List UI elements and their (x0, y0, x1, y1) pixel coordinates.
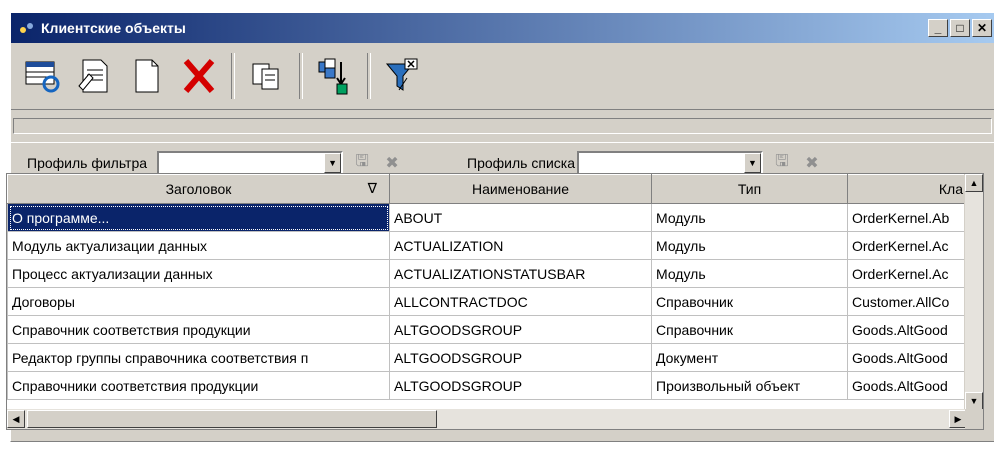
scroll-thumb[interactable] (27, 410, 437, 428)
column-header-name[interactable]: Наименование (389, 174, 652, 204)
dropdown-button[interactable]: ▼ (324, 153, 342, 173)
table-row[interactable]: Справочники соответствия продукции ALTGOO… (7, 371, 968, 400)
table-cell[interactable]: ACTUALIZATIONSTATUSBAR (389, 259, 652, 288)
table-cell[interactable]: OrderKernel.Ac (847, 259, 968, 288)
refresh-button[interactable] (17, 50, 69, 102)
save-icon[interactable]: 🖫 (771, 152, 793, 174)
table-row[interactable]: Процесс актуализации данных ACTUALIZATION… (7, 259, 968, 288)
table-cell[interactable]: О программе... (7, 203, 390, 232)
chevron-down-icon: ▼ (748, 158, 757, 168)
scroll-down-button[interactable]: ▼ (965, 392, 983, 410)
table-row[interactable]: О программе... ABOUT Модуль OrderKernel.Ab (7, 203, 968, 232)
status-strip (13, 118, 992, 134)
edit-document-icon (78, 59, 108, 93)
column-header-title[interactable]: Заголовок ∇ (7, 174, 390, 204)
table-cell[interactable]: ALTGOODSGROUP (389, 371, 652, 400)
close-icon: ✕ (976, 21, 988, 35)
copy-button[interactable] (241, 50, 293, 102)
table-cell[interactable]: Справочник (651, 287, 848, 316)
delete-icon[interactable]: ✖ (381, 152, 403, 174)
column-header-class[interactable]: Кла (847, 174, 968, 204)
toolbar-separator (367, 53, 371, 99)
dropdown-button[interactable]: ▼ (743, 153, 761, 173)
resize-grip[interactable] (965, 409, 983, 429)
toolbar (11, 43, 994, 110)
export-icon (318, 58, 348, 95)
horizontal-scrollbar[interactable]: ◀ ▶ (7, 409, 967, 429)
scroll-up-button[interactable]: ▲ (965, 174, 983, 192)
objects-table: Заголовок ∇ Наименование Тип Кла О програ… (6, 173, 984, 430)
arrow-left-icon: ◀ (12, 413, 20, 424)
table-cell[interactable]: Модуль (651, 231, 848, 260)
filter-profile-select[interactable]: ▼ (157, 151, 344, 175)
copy-icon (252, 63, 279, 90)
maximize-button[interactable]: □ (950, 19, 970, 37)
table-cell[interactable]: Модуль (651, 203, 848, 232)
arrow-up-icon: ▲ (969, 178, 979, 188)
refresh-table-icon (25, 61, 60, 93)
toolbar-separator (299, 53, 303, 99)
table-cell[interactable]: ALLCONTRACTDOC (389, 287, 652, 316)
arrow-right-icon: ▶ (954, 413, 962, 424)
table-header: Заголовок ∇ Наименование Тип Кла (7, 174, 968, 204)
delete-button[interactable] (173, 50, 225, 102)
new-button[interactable] (121, 50, 173, 102)
table-cell[interactable]: Модуль актуализации данных (7, 231, 390, 260)
chevron-down-icon: ▼ (328, 158, 337, 168)
app-icon (17, 20, 37, 36)
table-cell[interactable]: Редактор группы справочника соответствия… (7, 343, 390, 372)
close-button[interactable]: ✕ (972, 19, 992, 37)
table-cell[interactable]: OrderKernel.Ac (847, 231, 968, 260)
table-cell[interactable]: OrderKernel.Ab (847, 203, 968, 232)
column-header-type[interactable]: Тип (651, 174, 848, 204)
minimize-button[interactable]: _ (928, 19, 948, 37)
table-cell[interactable]: ABOUT (389, 203, 652, 232)
table-cell[interactable]: Goods.AltGood (847, 343, 968, 372)
delete-icon[interactable]: ✖ (801, 152, 823, 174)
sort-icon: ∇ (367, 180, 377, 196)
delete-icon (183, 59, 215, 93)
maximize-icon: □ (956, 21, 964, 35)
table-cell[interactable]: Справочники соответствия продукции (7, 371, 390, 400)
table-cell[interactable]: Процесс актуализации данных (7, 259, 390, 288)
list-profile-label: Профиль списка (467, 155, 575, 171)
table-row[interactable]: Модуль актуализации данных ACTUALIZATION М… (7, 231, 968, 260)
table-cell[interactable]: Справочник (651, 315, 848, 344)
table-cell[interactable]: ALTGOODSGROUP (389, 315, 652, 344)
title-bar[interactable]: Клиентские объекты _ □ ✕ (11, 13, 994, 43)
table-cell[interactable]: Справочник соответствия продукции (7, 315, 390, 344)
table-cell[interactable]: Модуль (651, 259, 848, 288)
table-cell[interactable]: Goods.AltGood (847, 371, 968, 400)
list-profile-select[interactable]: ▼ (576, 151, 763, 175)
table-cell[interactable]: ALTGOODSGROUP (389, 343, 652, 372)
arrow-down-icon: ▼ (969, 396, 979, 406)
table-cell[interactable]: Документ (651, 343, 848, 372)
table-cell[interactable]: Goods.AltGood (847, 315, 968, 344)
filter-profile-label: Профиль фильтра (27, 155, 148, 171)
table-row[interactable]: Редактор группы справочника соответствия… (7, 343, 968, 372)
window-title: Клиентские объекты (41, 20, 186, 36)
table-row[interactable]: Справочник соответствия продукции ALTGOOD… (7, 315, 968, 344)
edit-button[interactable] (69, 50, 121, 102)
toolbar-separator (231, 53, 235, 99)
table-cell[interactable]: Произвольный объект (651, 371, 848, 400)
table-row[interactable]: Договоры ALLCONTRACTDOC Справочник Customer… (7, 287, 968, 316)
export-button[interactable] (309, 50, 361, 102)
vertical-scrollbar[interactable]: ▲ ▼ (964, 174, 983, 410)
minimize-icon: _ (934, 21, 942, 35)
table-cell[interactable]: Договоры (7, 287, 390, 316)
save-icon[interactable]: 🖫 (351, 152, 373, 174)
clear-filter-button[interactable] (377, 50, 429, 102)
table-cell[interactable]: Customer.AllCo (847, 287, 968, 316)
scroll-left-button[interactable]: ◀ (7, 410, 25, 428)
clear-filter-icon (385, 58, 418, 91)
new-document-icon (135, 59, 159, 93)
table-cell[interactable]: ACTUALIZATION (389, 231, 652, 260)
